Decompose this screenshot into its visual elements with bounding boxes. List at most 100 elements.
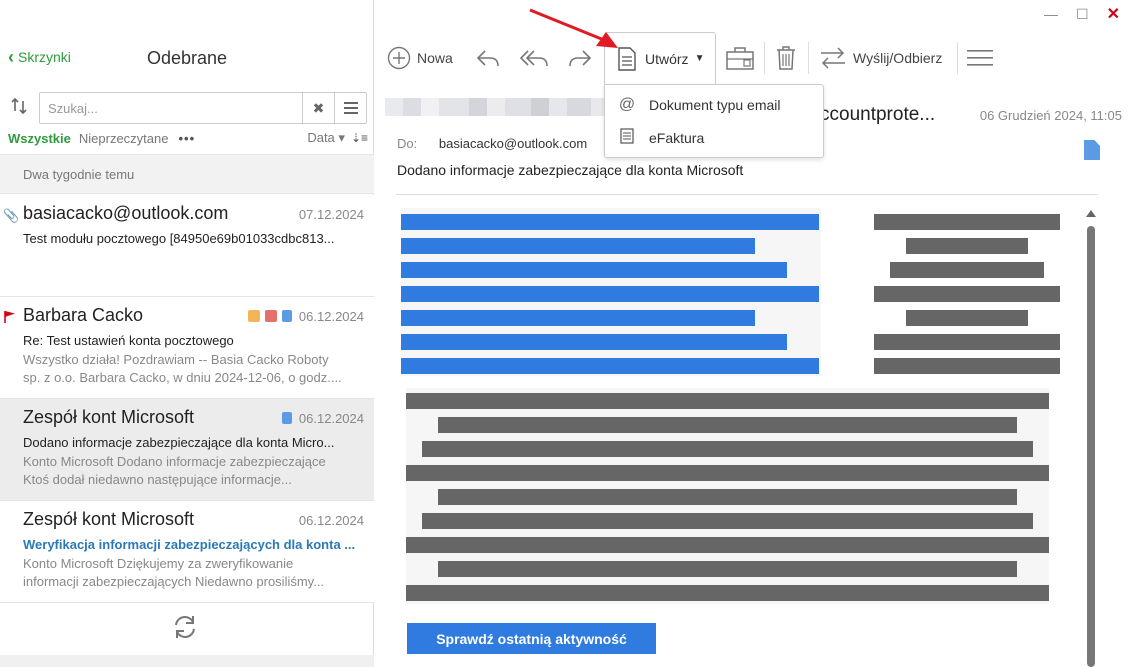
redacted-block [874, 334, 1060, 350]
window-controls: — ☐ ✕ [1044, 4, 1120, 24]
recipient-address[interactable]: basiacacko@outlook.com [439, 136, 587, 151]
hamburger-icon [967, 50, 993, 66]
menu-icon [343, 102, 358, 114]
list-item[interactable]: Barbara Cacko 06.12.2024 Re: Test ustawi… [0, 297, 374, 399]
redacted-block [438, 561, 1017, 577]
message-date: 07.12.2024 [298, 207, 364, 222]
reading-scrollbar[interactable] [1086, 210, 1096, 667]
document-icon [282, 310, 292, 322]
list-item[interactable]: Zespół kont Microsoft 06.12.2024 Weryfik… [0, 501, 374, 603]
redacted-block [874, 286, 1060, 302]
plus-circle-icon [387, 46, 411, 70]
folder-title: Odebrane [146, 48, 228, 68]
folder-icon [248, 310, 260, 322]
message-from: Zespół kont Microsoft [23, 407, 195, 427]
search-box: ✖ [39, 92, 367, 124]
group-header: Dwa tygodnie temu [0, 154, 374, 194]
search-input[interactable] [40, 93, 302, 123]
clear-search-button[interactable]: ✖ [302, 93, 334, 123]
redacted-block [874, 358, 1060, 374]
message-date: 06.12.2024 [298, 411, 364, 426]
toolbar: Nowa Utwórz ▼ Wyślij/Odbierz [375, 32, 1128, 84]
attachment-icon: 📎 [3, 208, 20, 223]
redacted-block [406, 465, 1049, 481]
check-activity-button[interactable]: Sprawdź ostatnią aktywność [407, 623, 656, 654]
delete-button[interactable] [775, 36, 797, 80]
message-from: Zespół kont Microsoft [23, 509, 195, 529]
reply-icon [476, 50, 499, 67]
redacted-block [438, 417, 1017, 433]
list-footer [0, 655, 374, 667]
reply-button[interactable] [475, 36, 501, 80]
message-preview: Konto Microsoft Dziękujemy za zweryfikow… [23, 556, 325, 589]
scroll-up-arrow[interactable] [1086, 210, 1096, 217]
redacted-block [406, 393, 1049, 409]
caret-down-icon: ▼ [694, 53, 705, 64]
sync-icon[interactable] [9, 96, 29, 116]
close-button[interactable]: ✕ [1107, 4, 1120, 24]
close-icon: ✖ [312, 99, 325, 116]
invoice-icon [620, 127, 634, 144]
annotation-arrow [529, 8, 618, 48]
sort-direction-icon[interactable]: ⇣≡ [351, 131, 368, 145]
list-item[interactable]: 📎 basiacacko@outlook.com 07.12.2024 Test… [0, 195, 374, 297]
filter-more[interactable]: ••• [178, 131, 195, 146]
message-subject: Test modułu pocztowego [84950e69b01033cd… [23, 231, 335, 246]
flag-icon [4, 311, 15, 323]
list-item-selected[interactable]: Zespół kont Microsoft 06.12.2024 Dodano … [0, 399, 374, 501]
send-receive-label: Wyślij/Odbierz [853, 50, 943, 66]
refresh-icon[interactable] [170, 612, 200, 642]
main-menu-button[interactable] [967, 36, 993, 80]
sender-address: ccountprote... [820, 104, 936, 125]
redacted-block [422, 513, 1033, 529]
redacted-block [401, 358, 819, 374]
redacted-block [401, 286, 819, 302]
message-date: 06.12.2024 [298, 513, 364, 528]
scroll-thumb[interactable] [1087, 226, 1095, 667]
list-header: ‹ Skrzynki Odebrane [0, 36, 374, 80]
document-icon [282, 412, 292, 424]
message-preview: Wszystko działa! Pozdrawiam -- Basia Cac… [23, 352, 342, 385]
new-message-label: Nowa [417, 50, 453, 66]
create-label: Utwórz [645, 50, 689, 67]
new-message-button[interactable]: Nowa [387, 36, 453, 80]
message-datetime: 06 Grudzień 2024, 11:05 [979, 108, 1122, 123]
redacted-block [874, 214, 1060, 230]
redacted-block [438, 489, 1017, 505]
filter-all[interactable]: Wszystkie [8, 131, 71, 146]
minimize-button[interactable]: — [1044, 6, 1058, 22]
sort-dropdown[interactable]: Data ▾ [307, 130, 345, 146]
redacted-block [401, 310, 755, 326]
search-options-button[interactable] [334, 93, 366, 123]
message-icons [282, 412, 292, 424]
redacted-block [406, 537, 1049, 553]
menu-item-email-document[interactable]: @ Dokument typu email [605, 89, 823, 121]
send-receive-icon [821, 47, 845, 69]
redacted-block [401, 334, 787, 350]
recipient-line: Do: basiacacko@outlook.com [397, 136, 587, 151]
menu-item-efaktura[interactable]: eFaktura [605, 122, 823, 154]
document-icon[interactable] [1084, 140, 1100, 160]
menu-item-label: eFaktura [649, 130, 705, 146]
message-list-pane: ‹ Skrzynki Odebrane ✖ Wszystkie Nieprzec… [0, 0, 374, 667]
briefcase-button[interactable] [725, 36, 755, 80]
toolbar-separator [764, 42, 765, 74]
redacted-block [401, 238, 755, 254]
message-preview: Konto Microsoft Dodano informacje zabezp… [23, 454, 326, 487]
header-divider [396, 194, 1098, 195]
message-subject-unread: Weryfikacja informacji zabezpieczających… [23, 537, 356, 552]
message-from: basiacacko@outlook.com [23, 203, 229, 223]
briefcase-icon [265, 310, 277, 322]
redacted-block [906, 238, 1028, 254]
send-receive-button[interactable]: Wyślij/Odbierz [819, 36, 942, 80]
search-row: ✖ [0, 90, 374, 124]
filter-unread[interactable]: Nieprzeczytane [79, 131, 169, 146]
redacted-block [401, 262, 787, 278]
redacted-block [401, 214, 819, 230]
filter-bar: Wszystkie Nieprzeczytane ••• Data ▾ ⇣≡ [8, 128, 368, 148]
create-dropdown-menu: @ Dokument typu email eFaktura [604, 84, 824, 158]
maximize-button[interactable]: ☐ [1076, 6, 1089, 23]
at-sign-icon: @ [618, 96, 636, 113]
menu-item-label: Dokument typu email [649, 97, 781, 113]
to-label: Do: [397, 136, 418, 151]
